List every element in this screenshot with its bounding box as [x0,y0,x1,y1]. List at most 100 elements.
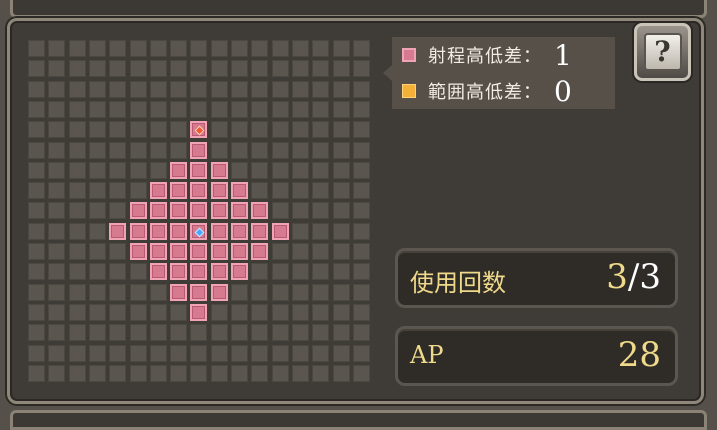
grid-cell [190,60,207,77]
range-cell [190,263,207,280]
grid-cell [190,324,207,341]
grid-cell [353,101,370,118]
grid-cell [28,142,45,159]
grid-cell [231,40,248,57]
uses-current: 3 [606,257,628,297]
grid-cell [28,182,45,199]
range-cell [130,243,147,260]
grid-cell [28,101,45,118]
range-cell [251,243,268,260]
grid-cell [28,284,45,301]
grid-cell [109,40,126,57]
range-cell [211,182,228,199]
question-book-icon: ? [643,33,682,71]
grid-cell [150,284,167,301]
grid-cell [251,345,268,362]
grid-cell [170,142,187,159]
range-cell [170,182,187,199]
help-button[interactable]: ? [634,23,691,81]
grid-cell [130,284,147,301]
range-cell [211,202,228,219]
grid-cell [292,162,309,179]
grid-cell [272,162,289,179]
grid-cell [251,142,268,159]
grid-cell [353,284,370,301]
grid-cell [353,60,370,77]
grid-cell [333,202,350,219]
height-legend: 射程高低差： 1 範囲高低差： 0 [383,37,615,109]
range-cell [272,223,289,240]
grid-cell [69,365,86,382]
grid-cell [251,40,268,57]
range-cell [170,263,187,280]
grid-cell [28,243,45,260]
grid-cell [130,304,147,321]
grid-cell [89,40,106,57]
grid-cell [130,142,147,159]
grid-cell [170,304,187,321]
grid-cell [353,324,370,341]
range-cell [170,223,187,240]
grid-cell [69,284,86,301]
grid-cell [69,223,86,240]
range-height-label: 射程高低差： [428,46,542,67]
grid-cell [353,243,370,260]
grid-cell [130,121,147,138]
uses-max: 3 [639,257,661,297]
grid-cell [170,121,187,138]
grid-cell [69,40,86,57]
range-cell [150,223,167,240]
range-cell [211,243,228,260]
grid-cell [130,365,147,382]
range-swatch [402,48,416,62]
grid-cell [292,263,309,280]
grid-cell [48,345,65,362]
range-cell [190,162,207,179]
grid-cell [333,162,350,179]
grid-cell [109,162,126,179]
grid-cell [333,121,350,138]
grid-cell [28,324,45,341]
grid-cell [231,345,248,362]
grid-cell [251,162,268,179]
grid-cell [150,40,167,57]
grid-cell [89,101,106,118]
grid-cell [272,365,289,382]
grid-cell [333,182,350,199]
grid-cell [69,121,86,138]
grid-cell [170,365,187,382]
grid-cell [130,60,147,77]
grid-cell [211,365,228,382]
grid-cell [69,304,86,321]
grid-cell [333,263,350,280]
range-cell [150,263,167,280]
grid-cell [312,40,329,57]
grid-cell [109,81,126,98]
range-height-value: 1 [554,38,572,72]
grid-cell [48,162,65,179]
grid-cell [312,121,329,138]
range-cell [251,202,268,219]
grid-cell [251,182,268,199]
grid-cell [292,101,309,118]
grid-cell [130,345,147,362]
grid-cell [69,182,86,199]
grid-cell [28,304,45,321]
grid-cell [272,324,289,341]
area-height-label: 範囲高低差： [428,82,542,103]
grid-cell [312,365,329,382]
grid-cell [353,81,370,98]
grid-cell [28,60,45,77]
uses-separator: / [627,257,640,297]
grid-cell [333,324,350,341]
grid-cell [69,263,86,280]
grid-cell [130,324,147,341]
grid-cell [130,162,147,179]
grid-cell [292,324,309,341]
grid-cell [48,81,65,98]
grid-cell [190,81,207,98]
range-cell [150,182,167,199]
grid-cell [231,304,248,321]
grid-cell [272,121,289,138]
grid-cell [89,60,106,77]
